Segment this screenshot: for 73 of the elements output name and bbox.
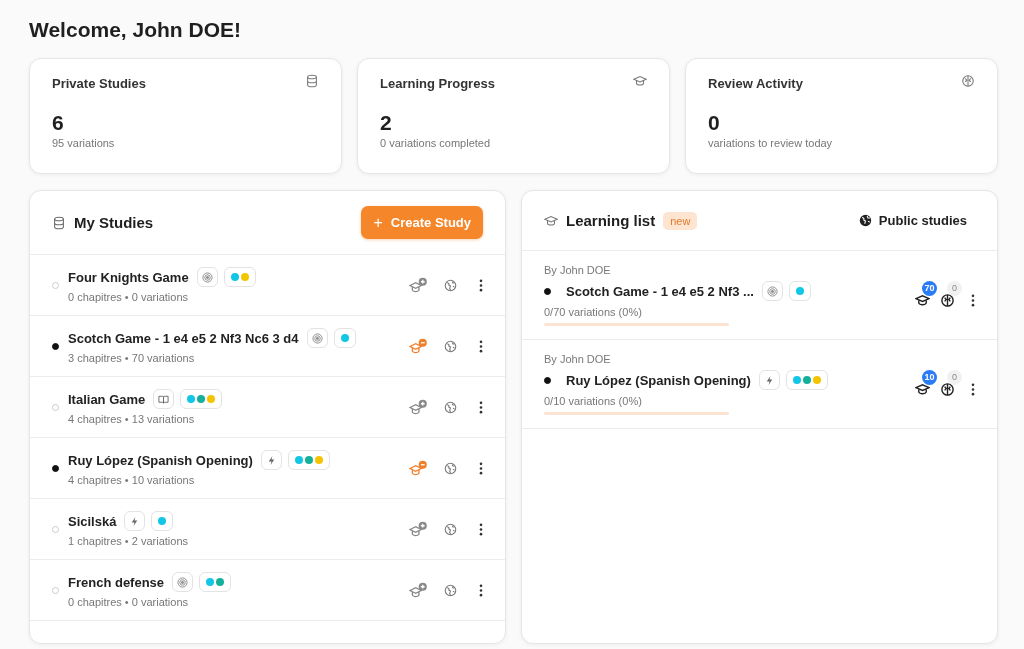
target-icon [177,576,189,588]
stat-title: Learning Progress [380,76,495,91]
target-icon [311,332,323,344]
add-to-learning-icon[interactable] [409,276,428,294]
target-icon [201,271,213,283]
author-label: By John DOE [544,353,612,365]
stat-title: Private Studies [52,76,146,91]
globe-icon[interactable] [444,339,457,353]
study-name[interactable]: Ruy López (Spanish Opening) [68,452,253,468]
add-to-learning-icon[interactable] [409,398,428,416]
add-to-learning-icon[interactable] [409,581,428,599]
new-badge: new [663,211,698,230]
author-label: By John DOE [544,264,612,276]
stat-caption: 0 variations completed [380,137,492,149]
study-name[interactable]: Ruy López (Spanish Opening) [566,372,751,388]
globe-icon[interactable] [444,522,457,536]
graduation-cap-icon[interactable] [915,381,930,397]
study-name[interactable]: Four Knights Game [68,269,189,285]
more-options-icon[interactable] [971,382,975,396]
remove-from-learning-icon[interactable] [409,337,428,355]
globe-icon[interactable] [444,400,457,414]
study-name[interactable]: Scotch Game - 1 e4 e5 2 Nf3 Nc6 3 d4 [68,330,299,346]
brain-icon[interactable] [940,381,955,397]
globe-icon[interactable] [444,583,457,597]
count-badge: 10 [922,369,937,385]
stat-value: 0 [708,111,721,135]
study-name[interactable]: French defense [68,574,165,590]
stat-value: 6 [52,111,65,135]
study-meta: 3 chapitres • 70 variations [68,352,196,364]
panel-title: Learning list [566,212,656,229]
database-icon [305,74,319,88]
study-meta: 4 chapitres • 13 variations [68,413,196,425]
panel-title: My Studies [74,214,154,231]
progress-text: 0/10 variations (0%) [544,395,643,407]
study-name[interactable]: Scotch Game - 1 e4 e5 2 Nf3 ... [566,283,754,299]
more-options-icon[interactable] [479,339,483,353]
more-options-icon[interactable] [479,400,483,414]
database-icon [52,215,66,230]
target-icon [766,285,778,297]
study-name[interactable]: Italian Game [68,391,146,407]
graduation-cap-icon [633,74,647,88]
progress-text: 0/70 variations (0%) [544,306,643,318]
study-meta: 4 chapitres • 10 variations [68,474,196,486]
remove-from-learning-icon[interactable] [409,459,428,477]
stat-caption: 95 variations [52,137,116,149]
study-meta: 0 chapitres • 0 variations [68,291,190,303]
count-badge: 0 [947,369,962,385]
add-to-learning-icon[interactable] [409,520,428,538]
count-badge: 0 [947,280,962,296]
stat-title: Review Activity [708,76,803,91]
study-meta: 0 chapitres • 0 variations [68,596,190,608]
welcome-heading: Welcome, John DOE! [29,17,242,43]
study-meta: 1 chapitres • 2 variations [68,535,190,547]
study-name[interactable]: Sicilská [68,513,117,529]
globe-icon [858,214,872,227]
book-icon [158,393,170,405]
more-options-icon[interactable] [479,461,483,475]
more-options-icon[interactable] [479,522,483,536]
graduation-cap-icon [544,213,558,228]
stat-caption: variations to review today [708,137,834,149]
brain-icon [961,74,975,88]
more-options-icon[interactable] [479,583,483,597]
brain-icon[interactable] [940,292,955,308]
stat-value: 2 [380,111,393,135]
more-options-icon[interactable] [971,293,975,307]
bullet-dot [544,287,551,295]
globe-icon[interactable] [444,461,457,475]
public-studies-link[interactable]: Public studies [858,213,967,228]
graduation-cap-icon[interactable] [915,292,930,308]
count-badge: 70 [922,280,937,296]
bullet-dot [544,376,551,384]
more-options-icon[interactable] [479,278,483,292]
globe-icon[interactable] [444,278,457,292]
